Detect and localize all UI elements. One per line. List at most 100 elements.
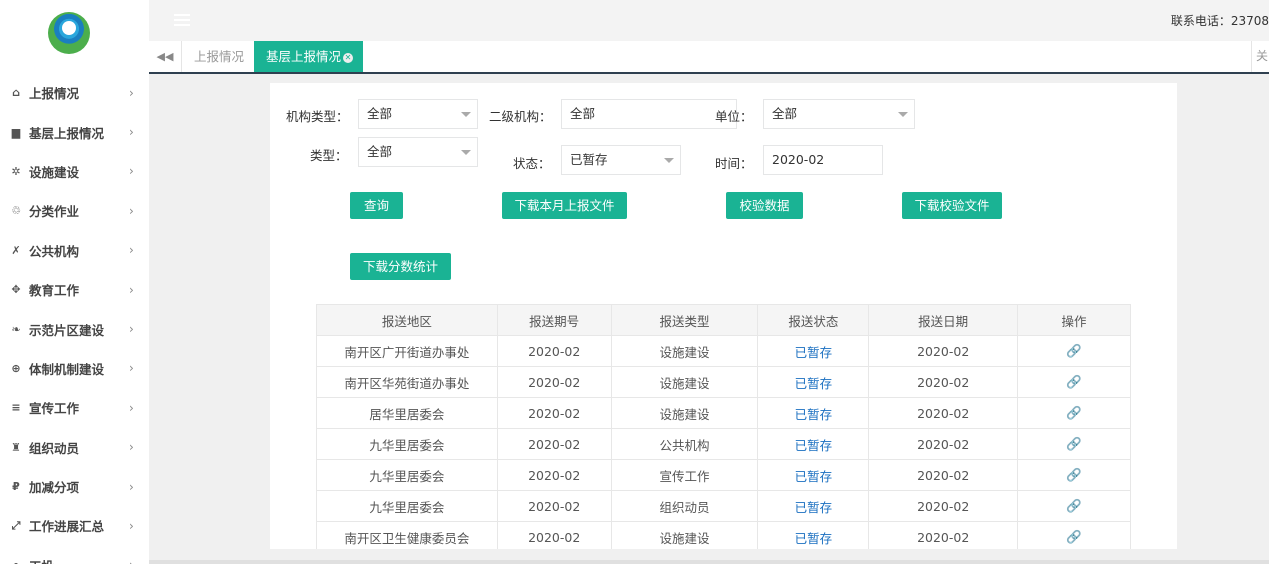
table-cell: 2020-02: [868, 335, 1019, 367]
content-panel: 机构类型： 全部 二级机构： 全部 单位： 全部 类型： 全部 状态： 已暂存 …: [270, 83, 1177, 549]
status-link[interactable]: 已暂存: [757, 428, 870, 460]
sub-org-label: 二级机构：: [489, 109, 552, 124]
file-icon: ▆: [11, 125, 21, 139]
download-validation-file-button[interactable]: 下载校验文件: [902, 192, 1002, 219]
link-icon[interactable]: 🔗: [1017, 366, 1131, 398]
tab-scroll-left-icon[interactable]: ◀◀: [149, 41, 182, 72]
table-body: 南开区广开街道办事处 2020-02 设施建设 已暂存 2020-02 🔗 南开区华苑街道办…: [316, 335, 1131, 549]
org-type-select[interactable]: 全部: [358, 99, 478, 129]
sidebar-item[interactable]: ▆ 基层上报情况 ›: [0, 112, 149, 151]
chevron-right-icon: ›: [129, 518, 134, 533]
status-select[interactable]: 已暂存: [561, 145, 681, 175]
sidebar-item[interactable]: ♲ 分类作业 ›: [0, 191, 149, 230]
time-label: 时间：: [715, 156, 753, 171]
chevron-right-icon: ›: [129, 164, 134, 179]
column-header: 报送地区: [316, 304, 498, 336]
org-type-label: 机构类型：: [286, 109, 349, 124]
sidebar-item[interactable]: ✗ 公共机构 ›: [0, 231, 149, 270]
status-link[interactable]: 已暂存: [757, 366, 870, 398]
logo: [48, 12, 90, 54]
status-link[interactable]: 已暂存: [757, 397, 870, 429]
table-cell: 设施建设: [610, 335, 759, 367]
sidebar-item[interactable]: ✲ 设施建设 ›: [0, 152, 149, 191]
download-score-stats-button[interactable]: 下载分数统计: [350, 253, 451, 280]
table-cell: 南开区卫生健康委员会: [316, 521, 498, 549]
status-link[interactable]: 已暂存: [757, 521, 870, 549]
sub-org-input[interactable]: 全部: [561, 99, 737, 129]
horizontal-scrollbar[interactable]: [149, 560, 1269, 564]
table-cell: 九华里居委会: [316, 490, 498, 522]
status-link[interactable]: 已暂存: [757, 490, 870, 522]
table-cell: 2020-02: [868, 521, 1019, 549]
link-icon[interactable]: 🔗: [1017, 397, 1131, 429]
recycle-icon: ♲: [11, 204, 21, 218]
sidebar-item[interactable]: ❧ 示范片区建设 ›: [0, 309, 149, 348]
link-icon[interactable]: 🔗: [1017, 490, 1131, 522]
sidebar-item-label: 分类作业: [29, 204, 80, 220]
sidebar-item[interactable]: ✥ 教育工作 ›: [0, 270, 149, 309]
table-row: 九华里居委会 2020-02 宣传工作 已暂存 2020-02 🔗: [316, 459, 1131, 491]
column-header: 报送类型: [610, 304, 759, 336]
table-header-row: 报送地区 报送期号 报送类型 报送状态 报送日期 操作: [316, 304, 1131, 336]
sidebar-item-label: 宣传工作: [29, 401, 80, 417]
tab-grassroots-report[interactable]: 基层上报情况 ✕: [254, 41, 363, 72]
sidebar-menu: ⌂ 上报情况 › ▆ 基层上报情况 › ✲ 设施建设 › ♲ 分类作业 › ✗ 公共机构 › ✥ 教育工作 › ❧ 示…: [0, 73, 149, 564]
table-cell: 2020-02: [868, 397, 1019, 429]
query-button[interactable]: 查询: [350, 192, 403, 219]
chevron-right-icon: ›: [129, 282, 134, 297]
arrows-icon: ✥: [11, 283, 21, 297]
tab-bar: ◀◀ 上报情况 基层上报情况 ✕ 关: [149, 41, 1269, 74]
sidebar-item-label: 工作进展汇总: [29, 519, 105, 535]
column-header: 报送状态: [757, 304, 870, 336]
sidebar-item[interactable]: ⤢ 工作进展汇总 ›: [0, 506, 149, 545]
validate-data-button[interactable]: 校验数据: [726, 192, 803, 219]
table-row: 南开区广开街道办事处 2020-02 设施建设 已暂存 2020-02 🔗: [316, 335, 1131, 367]
tab-report-status[interactable]: 上报情况: [182, 41, 256, 72]
gear-icon: ✲: [11, 164, 21, 178]
table-cell: 居华里居委会: [316, 397, 498, 429]
close-tabs-button[interactable]: 关: [1251, 41, 1269, 72]
close-icon[interactable]: ✕: [343, 53, 354, 63]
sidebar-item-label: 上报情况: [29, 86, 80, 102]
status-link[interactable]: 已暂存: [757, 335, 870, 367]
link-icon[interactable]: 🔗: [1017, 459, 1131, 491]
contact-phone: 联系电话：23708: [1170, 14, 1269, 28]
table-cell: 2020-02: [496, 459, 612, 491]
table-row: 南开区华苑街道办事处 2020-02 设施建设 已暂存 2020-02 🔗: [316, 366, 1131, 398]
link-icon[interactable]: 🔗: [1017, 428, 1131, 460]
sidebar-item-label: 工投: [29, 556, 129, 564]
table-cell: 2020-02: [868, 490, 1019, 522]
download-monthly-report-button[interactable]: 下载本月上报文件: [502, 192, 627, 219]
more-icon: •: [9, 559, 23, 564]
table-cell: 设施建设: [610, 397, 759, 429]
menu-toggle-icon[interactable]: [174, 14, 190, 26]
chevron-right-icon: ›: [129, 558, 149, 564]
type-select[interactable]: 全部: [358, 137, 478, 167]
table-cell: 2020-02: [496, 397, 612, 429]
sidebar-item-label: 示范片区建设: [29, 322, 105, 338]
sidebar-item[interactable]: • 工投›: [0, 546, 149, 564]
sidebar-item[interactable]: ⊕ 体制机制建设 ›: [0, 349, 149, 388]
expand-icon: ⤢: [11, 518, 21, 532]
link-icon[interactable]: 🔗: [1017, 521, 1131, 549]
sidebar-item-label: 加减分项: [29, 480, 80, 496]
unit-select[interactable]: 全部: [763, 99, 915, 129]
status-link[interactable]: 已暂存: [757, 459, 870, 491]
chevron-down-icon: [664, 158, 674, 163]
link-icon[interactable]: 🔗: [1017, 335, 1131, 367]
table-cell: 南开区广开街道办事处: [316, 335, 498, 367]
chevron-right-icon: ›: [129, 85, 134, 100]
sidebar-item[interactable]: ♜ 组织动员 ›: [0, 428, 149, 467]
chevron-down-icon: [461, 112, 471, 117]
table-header: 报送地区 报送期号 报送类型 报送状态 报送日期 操作: [316, 304, 1131, 336]
sidebar-item[interactable]: ≡ 宣传工作 ›: [0, 388, 149, 427]
table-cell: 2020-02: [868, 366, 1019, 398]
sidebar-item[interactable]: ⌂ 上报情况 ›: [0, 73, 149, 112]
sidebar-item-label: 体制机制建设: [29, 361, 105, 377]
list-icon: ≡: [11, 401, 21, 415]
column-header: 报送日期: [868, 304, 1019, 336]
time-input[interactable]: 2020-02: [763, 145, 883, 175]
table-cell: 南开区华苑街道办事处: [316, 366, 498, 398]
sidebar-item[interactable]: ₽ 加减分项 ›: [0, 467, 149, 506]
type-label: 类型：: [310, 148, 348, 163]
